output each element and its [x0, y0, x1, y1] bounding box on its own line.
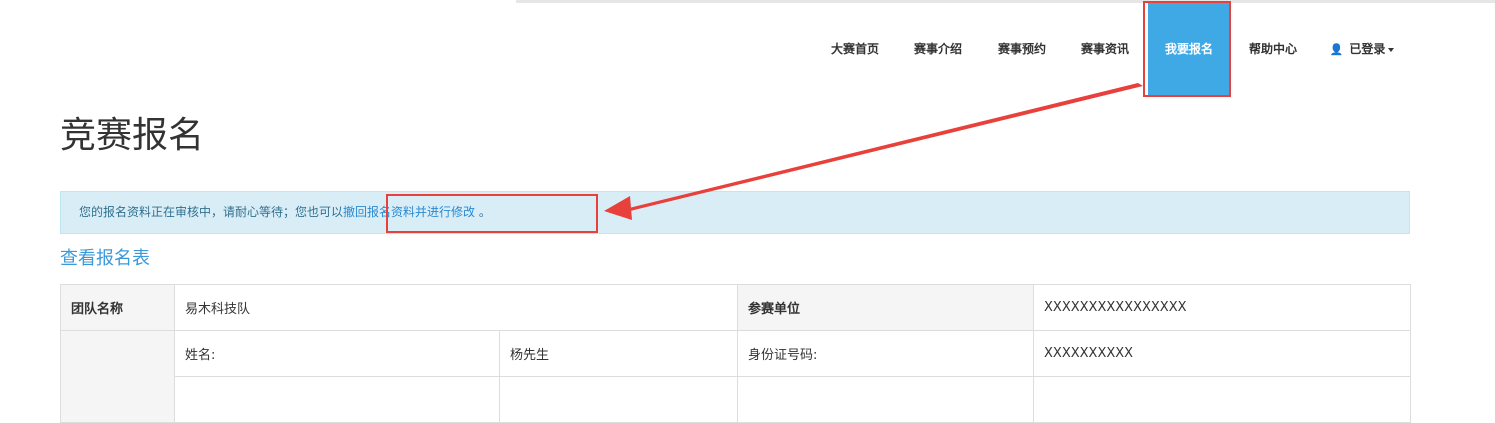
table-row: 姓名: 杨先生 身份证号码: XXXXXXXXXX: [60, 330, 1412, 423]
table-row: [61, 376, 1412, 423]
table-row: 团队名称 易木科技队 参赛单位 XXXXXXXXXXXXXXXX: [60, 284, 1412, 331]
empty-cell: [498, 376, 739, 423]
chevron-down-icon: [1388, 47, 1395, 52]
id-value: XXXXXXXXXX: [1033, 330, 1412, 377]
registration-table: 团队名称 易木科技队 参赛单位 XXXXXXXXXXXXXXXX 姓名: 杨先生…: [60, 284, 1412, 423]
nav-item-help[interactable]: 帮助中心: [1241, 3, 1305, 96]
name-value: 杨先生: [498, 330, 739, 377]
nav-item-register[interactable]: 我要报名: [1148, 3, 1230, 96]
unit-label: 参赛单位: [737, 284, 1035, 331]
team-name-value: 易木科技队: [173, 284, 739, 331]
id-label: 身份证号码:: [737, 330, 1035, 377]
nav-item-intro[interactable]: 赛事介绍: [906, 3, 970, 96]
empty-cell: [1033, 376, 1412, 423]
unit-value: XXXXXXXXXXXXXXXX: [1033, 284, 1412, 331]
review-status-alert: 您的报名资料正在审核中，请耐心等待；您也可以撤回报名资料并进行修改 。: [60, 191, 1410, 234]
nav-item-reservation[interactable]: 赛事预约: [990, 3, 1054, 96]
team-name-label: 团队名称: [60, 284, 175, 331]
nav-item-user-menu[interactable]: 👤 已登录: [1322, 3, 1402, 96]
nav-item-news[interactable]: 赛事资讯: [1073, 3, 1137, 96]
alert-suffix: 。: [478, 205, 491, 219]
nav-item-home[interactable]: 大赛首页: [823, 3, 887, 96]
alert-text: 您的报名资料正在审核中，请耐心等待；您也可以: [79, 205, 344, 219]
empty-cell: [174, 376, 500, 423]
user-icon: 👤: [1329, 43, 1344, 56]
page-title: 竞赛报名: [60, 115, 205, 156]
top-navigation: 大赛首页 赛事介绍 赛事预约 赛事资讯 我要报名 帮助中心 👤 已登录: [0, 3, 1495, 96]
member-group-cell: [60, 330, 175, 423]
view-registration-form-link[interactable]: 查看报名表: [60, 246, 150, 272]
empty-cell: [737, 376, 1035, 423]
withdraw-registration-link[interactable]: 撤回报名资料并进行修改: [343, 205, 475, 219]
user-menu-label: 已登录: [1349, 42, 1386, 56]
name-label: 姓名:: [174, 330, 500, 377]
